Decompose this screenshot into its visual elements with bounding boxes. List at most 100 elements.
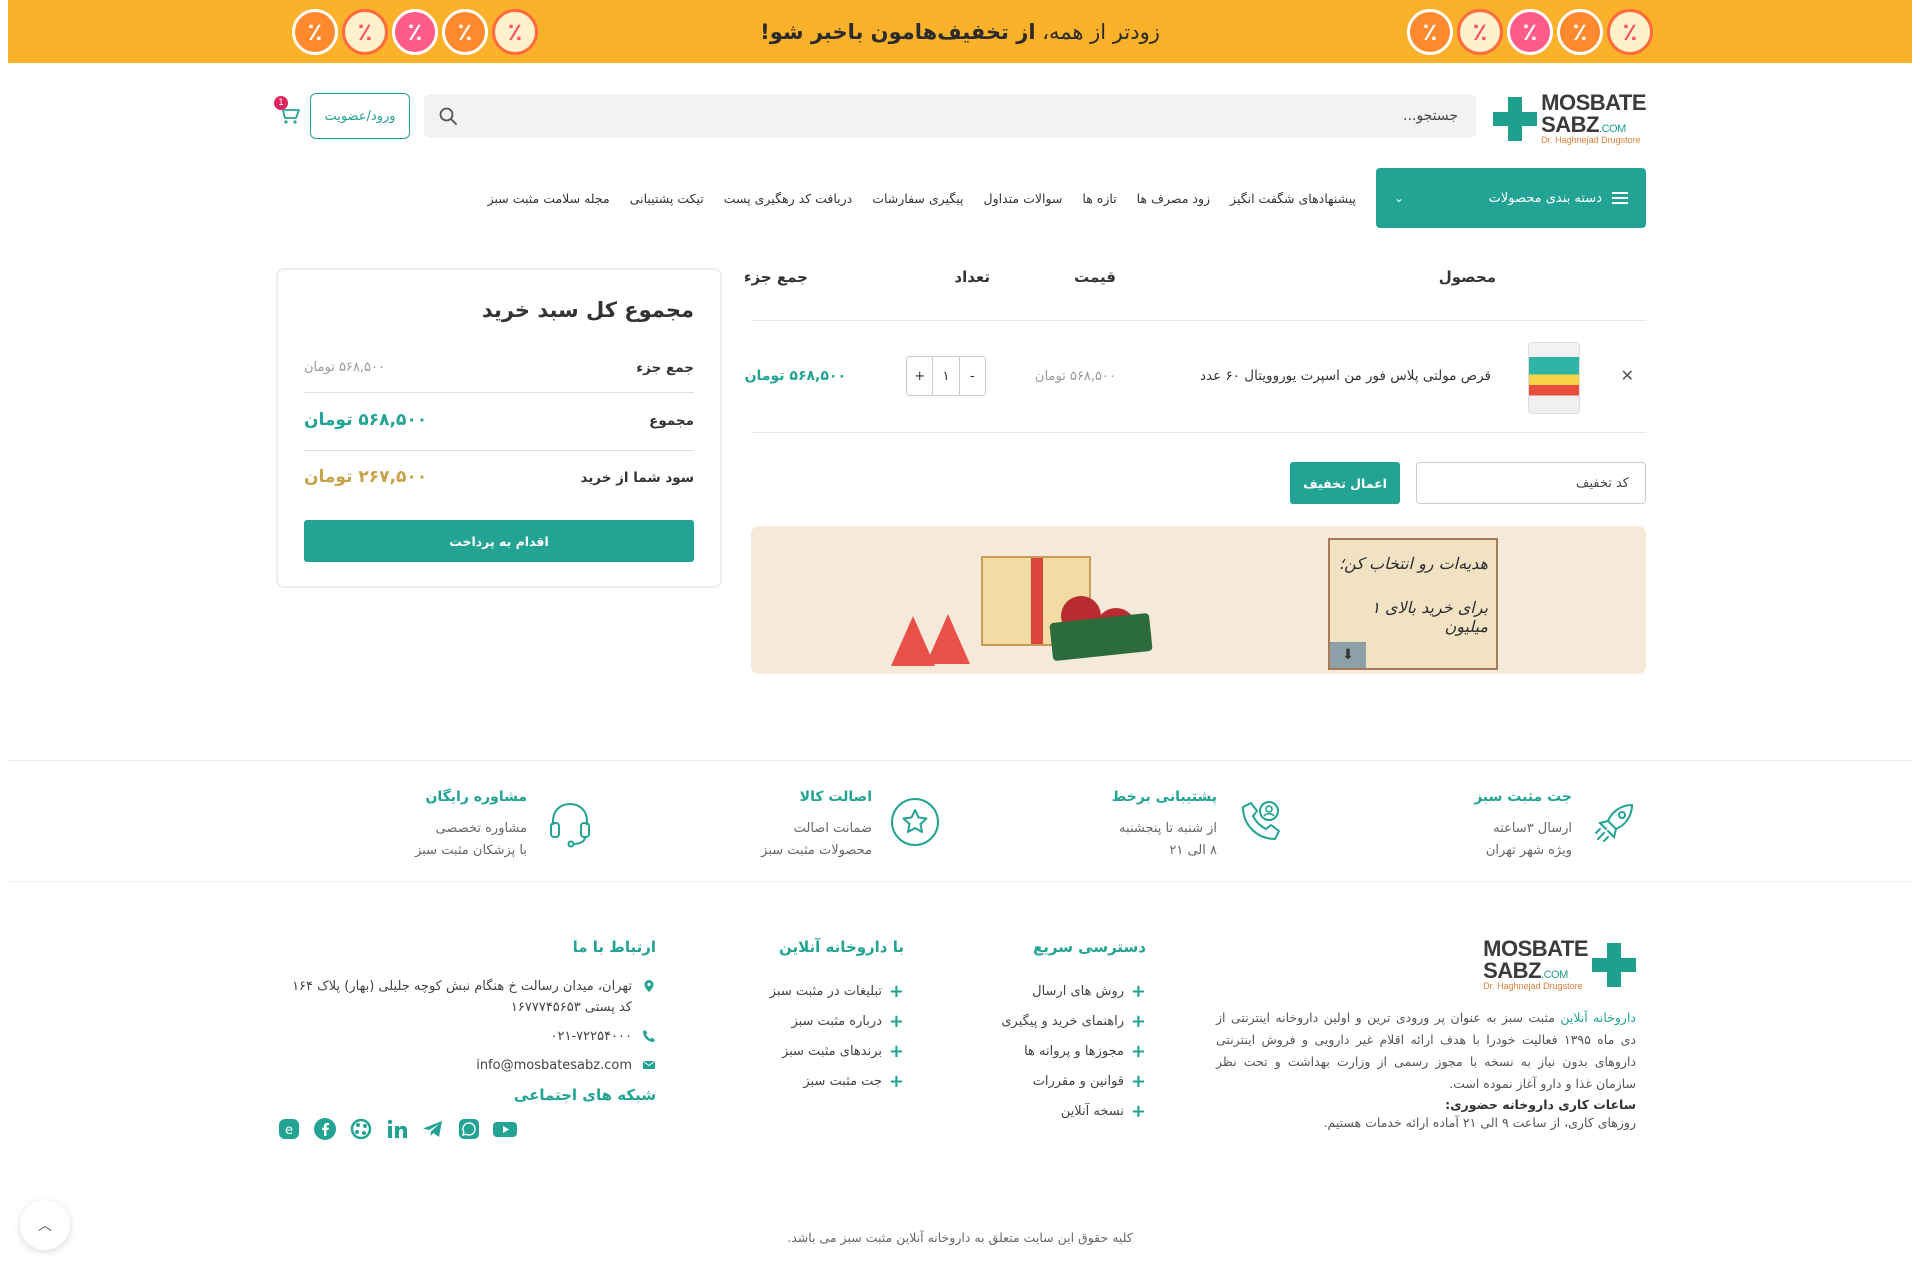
footer-contact: ارتباط با ما تهران، میدان رسالت خ هنگام … [276,938,656,1142]
email-text: info@mosbatesabz.com [476,1058,632,1073]
footer-link-label: برندهای مثبت سبز [781,1043,882,1059]
footer-link[interactable]: + قوانین و مقررات [1001,1066,1146,1096]
plus-icon: + [1130,1010,1146,1032]
email-item[interactable]: info@mosbatesabz.com [276,1055,656,1076]
totals-title: مجموع کل سبد خرید [481,298,694,322]
features-strip: جت مثبت سبز ارسال ۳ساعته ویژه شهر تهران … [8,760,1912,882]
logo-text: MOSBATE SABZ.COM Dr. Haghnejad Drugstore [1541,92,1646,145]
footer-link[interactable]: + درباره مثبت سبز [770,1006,904,1036]
promo-line1: هدیه‌ات رو انتخاب کن؛ [1339,554,1488,573]
plus-icon: + [1130,1100,1146,1122]
categories-label: دسته بندی محصولات [1488,190,1602,206]
apply-coupon-button[interactable]: اعمال تخفیف [1290,462,1400,504]
decrease-qty-button[interactable]: - [958,357,985,395]
telegram-icon[interactable] [420,1116,446,1142]
svg-text:e: e [285,1123,293,1138]
promo-top-banner[interactable]: ٪ ٪ ٪ ٪ ٪ زودتر از همه، از تخفیف‌هامون باخبر… [8,0,1912,63]
product-price: ۵۶۸,۵۰۰ تومان [1035,369,1116,384]
cart-button[interactable]: 1 [274,96,302,128]
gift-promo-banner[interactable]: هدیه‌ات رو انتخاب کن؛ برای خرید بالای ۱ … [751,526,1646,674]
subtotal-label: جمع جزء [636,360,694,376]
feature-line2: ۸ الی ۲۱ [1169,843,1217,858]
nav-item-special-offers[interactable]: پیشنهادهای شگفت انگیز [1230,191,1356,206]
banner-discount-art: ٪ ٪ ٪ ٪ ٪ [248,3,538,61]
footer-link[interactable]: + روش های ارسال [1001,976,1146,1006]
footer-logo-cross-icon [1592,942,1636,987]
aparat-icon[interactable] [348,1116,374,1142]
logo-line2-text: SABZ [1541,112,1600,137]
banner-art-part: ٪ [1507,9,1553,55]
footer-link-label: تبلیغات در مثبت سبز [769,983,882,999]
footer-logo-sub: Dr. Haghnejad Drugstore [1483,981,1583,991]
banner-art-part: ٪ [392,9,438,55]
header-quantity: تعداد [954,268,990,286]
nav-item-post-tracking[interactable]: دریافت کد رهگیری پست [724,191,852,206]
banner-art-part: ٪ [1457,9,1503,55]
footer-logo-text: MOSBATE SABZ.COM Dr. Haghnejad Drugstore [1483,938,1588,991]
feature-line1: ضمانت اصالت [793,821,872,836]
nav-item-order-tracking[interactable]: پیگیری سفارشات [872,191,963,206]
categories-menu-button[interactable]: دسته بندی محصولات ⌄ [1376,168,1646,228]
search-input[interactable] [486,94,1476,138]
address-item: تهران، میدان رسالت خ هنگام نبش کوچه جلیل… [276,976,656,1018]
banner-text: زودتر از همه، از تخفیف‌هامون باخبر شو! [760,20,1160,44]
footer-link[interactable]: + جت مثبت سبز [770,1066,904,1096]
search-icon[interactable] [438,106,458,126]
site-logo[interactable]: MOSBATE SABZ.COM Dr. Haghnejad Drugstore [1493,92,1646,145]
feature-jet: جت مثبت سبز ارسال ۳ساعته ویژه شهر تهران [1342,783,1642,863]
plus-icon: + [888,980,904,1002]
footer-link[interactable]: + مجوزها و پروانه ها [1001,1036,1146,1066]
youtube-icon[interactable] [492,1116,518,1142]
feature-line2: محصولات مثبت سبز [761,843,872,858]
linkedin-icon[interactable] [384,1116,410,1142]
totals-divider [304,450,694,451]
nav-links: پیشنهادهای شگفت انگیز زود مصرف ها تازه ه… [488,168,1356,228]
eitaa-icon[interactable]: e [276,1116,302,1142]
site-footer: MOSBATE SABZ.COM Dr. Haghnejad Drugstore… [276,938,1646,1168]
footer-logo-line2-text: SABZ [1483,958,1542,983]
coupon-input[interactable] [1417,463,1645,503]
nav-item-new[interactable]: تازه ها [1082,191,1116,206]
nav-item-faq[interactable]: سوالات متداول [984,191,1063,206]
quantity-value[interactable]: ۱ [932,357,958,395]
feature-line1: ارسال ۳ساعته [1493,821,1572,836]
copyright-text: کلیه حقوق این سایت متعلق به داروخانه آنل… [787,1230,1133,1245]
increase-qty-button[interactable]: + [907,357,932,395]
chevron-down-icon: ⌄ [1394,191,1405,205]
footer-link[interactable]: + نسخه آنلاین [1001,1096,1146,1126]
login-register-button[interactable]: ورود/عضویت [310,93,410,139]
nav-item-support-ticket[interactable]: تیکت پشتیبانی [630,191,704,206]
banner-art-part: ٪ [1557,9,1603,55]
online-links-title: با داروخانه آنلاین [779,938,904,956]
banner-text-bold: از تخفیف‌هامون باخبر شو! [760,19,1036,44]
product-thumbnail[interactable] [1528,342,1580,414]
about-link[interactable]: داروخانه آنلاین [1560,1010,1636,1025]
cart-count-badge: 1 [274,96,288,110]
phone-item[interactable]: ۰۲۱-۷۲۲۵۴۰۰۰ [276,1026,656,1047]
feature-title: پشتیبانی برخط [1111,789,1217,805]
feature-authenticity: اصالت کالا ضمانت اصالت محصولات مثبت سبز [642,783,942,863]
footer-logo-com: .COM [1541,969,1568,981]
feature-line1: مشاوره تخصصی [435,821,527,836]
address-text: تهران، میدان رسالت خ هنگام نبش کوچه جلیل… [292,979,632,1015]
footer-link[interactable]: + برندهای مثبت سبز [770,1036,904,1066]
nav-item-expiring[interactable]: زود مصرف ها [1137,191,1210,206]
banner-text-prefix: زودتر از همه، [1035,19,1160,44]
whatsapp-icon[interactable] [456,1116,482,1142]
plus-icon: + [888,1040,904,1062]
feature-line2: با پزشکان مثبت سبز [415,843,527,858]
footer-link[interactable]: + تبلیغات در مثبت سبز [770,976,904,1006]
arrow-down-icon: ⬇ [1330,642,1366,668]
facebook-icon[interactable] [312,1116,338,1142]
checkout-button[interactable]: اقدام به پرداخت [304,520,694,562]
plus-icon: + [1130,1070,1146,1092]
footer-logo[interactable]: MOSBATE SABZ.COM Dr. Haghnejad Drugstore [1216,938,1636,991]
product-name[interactable]: قرص مولتی پلاس فور من اسپرت یوروویتال ۶۰… [1200,368,1491,384]
footer-link[interactable]: + راهنمای خرید و پیگیری [1001,1006,1146,1036]
about-paragraph: داروخانه آنلاین مثبت سبز به عنوان پر ورو… [1216,1007,1636,1095]
remove-item-icon[interactable]: ✕ [1621,366,1634,385]
nav-item-health-magazine[interactable]: مجله سلامت مثبت سبز [488,191,610,206]
phone-support-icon [1242,801,1280,840]
logo-com: .COM [1599,123,1626,135]
footer-logo-mark: MOSBATE SABZ.COM Dr. Haghnejad Drugstore [1483,938,1636,991]
